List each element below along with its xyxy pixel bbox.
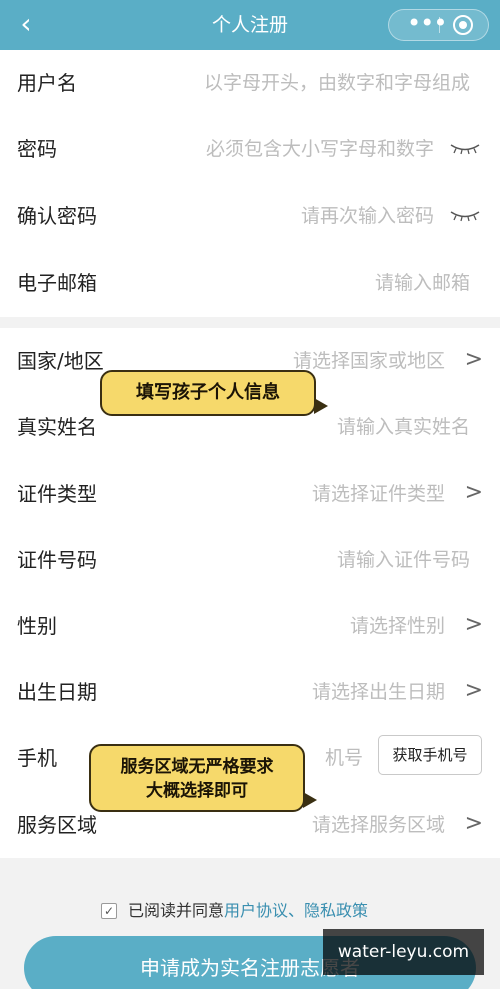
- birth-date-select[interactable]: 请选择出生日期: [312, 659, 445, 725]
- bubble-tail: [314, 398, 328, 414]
- chevron-right-icon: >: [464, 811, 483, 836]
- annotation-text: 填写孩子个人信息: [136, 382, 280, 403]
- gender-select[interactable]: 请选择性别: [350, 593, 445, 659]
- eye-closed-icon[interactable]: [449, 143, 481, 155]
- dots-icon[interactable]: •••: [407, 10, 447, 40]
- id-number-input[interactable]: 请输入证件号码: [337, 527, 470, 593]
- chevron-right-icon: >: [464, 678, 483, 703]
- annotation-text: 服务区域无严格要求: [120, 757, 274, 777]
- gender-row[interactable]: 性别 请选择性别 >: [0, 593, 500, 659]
- email-label: 电子邮箱: [17, 271, 97, 295]
- mini-program-capsule: •••: [388, 9, 489, 41]
- capsule-divider: [439, 17, 440, 33]
- annotation-bubble: 填写孩子个人信息: [100, 370, 328, 416]
- birth-date-row[interactable]: 出生日期 请选择出生日期 >: [0, 659, 500, 725]
- agreement-separator: 、: [288, 901, 305, 920]
- agreement-prefix: 已阅读并同意: [128, 901, 225, 920]
- nav-bar: ‹ 个人注册 •••: [0, 0, 500, 50]
- agreement-checkbox[interactable]: ✓: [101, 903, 117, 919]
- real-name-input[interactable]: 请输入真实姓名: [337, 394, 470, 460]
- chevron-right-icon: >: [464, 347, 483, 372]
- service-area-label: 服务区域: [17, 813, 97, 837]
- username-row[interactable]: 用户名 以字母开头，由数字和字母组成: [0, 50, 500, 116]
- username-input[interactable]: 以字母开头，由数字和字母组成: [204, 50, 470, 116]
- id-number-label: 证件号码: [17, 548, 97, 572]
- confirm-password-input[interactable]: 请再次输入密码: [301, 183, 434, 249]
- phone-input[interactable]: 机号: [325, 725, 363, 791]
- target-icon[interactable]: [453, 15, 473, 35]
- privacy-policy-link[interactable]: 隐私政策: [304, 901, 368, 920]
- username-label: 用户名: [17, 71, 77, 95]
- id-type-select[interactable]: 请选择证件类型: [312, 461, 445, 527]
- confirm-password-row[interactable]: 确认密码 请再次输入密码: [0, 183, 500, 249]
- bubble-tail: [303, 792, 317, 808]
- annotation-bubble: 服务区域无严格要求 大概选择即可: [89, 744, 317, 812]
- birth-date-label: 出生日期: [17, 680, 97, 704]
- gender-label: 性别: [17, 614, 57, 638]
- confirm-password-label: 确认密码: [17, 204, 97, 228]
- account-info-section: 用户名 以字母开头，由数字和字母组成 密码 必须包含大小写字母和数字 确认密码 …: [0, 50, 500, 317]
- email-input[interactable]: 请输入邮箱: [375, 250, 470, 316]
- get-phone-number-button[interactable]: 获取手机号: [378, 735, 482, 775]
- id-type-row[interactable]: 证件类型 请选择证件类型 >: [0, 461, 500, 527]
- id-type-label: 证件类型: [17, 482, 97, 506]
- email-row[interactable]: 电子邮箱 请输入邮箱: [0, 250, 500, 316]
- phone-label: 手机: [17, 746, 57, 770]
- eye-closed-icon[interactable]: [449, 210, 481, 222]
- country-label: 国家/地区: [17, 349, 104, 373]
- password-input[interactable]: 必须包含大小写字母和数字: [206, 116, 434, 182]
- password-row[interactable]: 密码 必须包含大小写字母和数字: [0, 116, 500, 182]
- id-number-row[interactable]: 证件号码 请输入证件号码: [0, 527, 500, 593]
- annotation-text: 大概选择即可: [146, 781, 248, 801]
- agreement-row: ✓ 已阅读并同意用户协议、隐私政策: [0, 893, 500, 929]
- service-area-select[interactable]: 请选择服务区域: [312, 792, 445, 858]
- real-name-label: 真实姓名: [17, 415, 97, 439]
- user-agreement-link[interactable]: 用户协议: [224, 901, 288, 920]
- agreement-text: 已阅读并同意用户协议、隐私政策: [128, 893, 368, 929]
- password-label: 密码: [17, 137, 57, 161]
- chevron-right-icon: >: [464, 480, 483, 505]
- chevron-right-icon: >: [464, 612, 483, 637]
- watermark: water-leyu.com: [323, 929, 484, 975]
